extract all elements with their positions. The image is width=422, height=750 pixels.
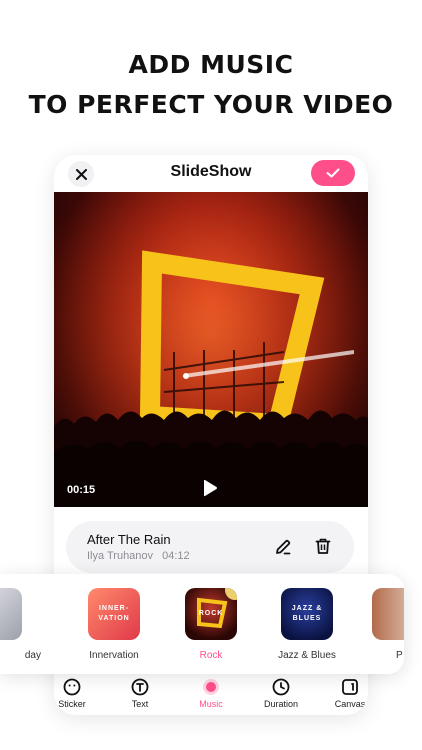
genre-thumb — [372, 588, 404, 640]
genre-thumb-text: JAZZ & BLUES — [291, 605, 323, 622]
top-bar: SlideShow — [54, 155, 368, 191]
music-track-card[interactable]: After The Rain Ilya Truhanov 04:12 — [66, 521, 354, 573]
tab-text[interactable]: Text — [110, 678, 170, 709]
tab-canvas[interactable]: Canvas — [320, 678, 368, 709]
tab-duration-label: Duration — [263, 699, 299, 709]
genre-thumb: INNER- VATION — [88, 588, 140, 640]
genre-item[interactable]: day — [0, 588, 41, 661]
concert-scene-image — [54, 192, 368, 507]
genre-thumb-text: INNER- VATION — [98, 605, 130, 622]
video-preview[interactable]: 00:15 — [54, 192, 368, 507]
genre-label: Innervation — [89, 650, 139, 661]
genre-item[interactable]: INNER- VATION Innervation — [69, 588, 159, 661]
headline-line-1: ADD MUSIC — [128, 50, 294, 79]
edit-icon[interactable] — [274, 538, 292, 556]
tab-sticker[interactable]: Sticker — [54, 678, 102, 709]
genre-item[interactable]: P — [353, 588, 404, 661]
text-icon — [131, 678, 149, 696]
genre-thumb-text: ROCK — [198, 610, 224, 617]
genre-item-selected[interactable]: ROCK Rock — [166, 588, 256, 661]
tab-music-label: Music — [199, 699, 223, 709]
tab-music[interactable]: Music — [181, 678, 241, 709]
bottom-tab-bar: Sticker Text Music Duration Canvas — [54, 675, 368, 715]
genre-thumb — [0, 588, 22, 640]
tab-canvas-label: Canvas — [334, 699, 366, 709]
headline-line-2: TO PERFECT YOUR VIDEO — [28, 90, 394, 119]
clock-icon — [272, 678, 290, 696]
track-name: After The Rain — [87, 532, 171, 547]
tab-sticker-label: Sticker — [58, 699, 86, 709]
music-genre-strip: day INNER- VATION Innervation ROCK Rock J… — [0, 574, 404, 674]
tab-duration[interactable]: Duration — [251, 678, 311, 709]
tab-text-label: Text — [131, 699, 149, 709]
done-button[interactable] — [311, 160, 355, 186]
trash-icon[interactable] — [314, 537, 332, 555]
genre-thumb: ROCK — [185, 588, 237, 640]
smiley-icon — [63, 678, 81, 696]
genre-label: Jazz & Blues — [278, 650, 336, 661]
current-time: 00:15 — [67, 484, 96, 496]
track-artist: Ilya Truhanov — [87, 550, 154, 562]
genre-label: Rock — [199, 650, 223, 661]
track-duration: 04:12 — [162, 550, 190, 562]
canvas-icon — [342, 679, 358, 695]
genre-label: day — [24, 650, 41, 661]
promo-headline: ADD MUSIC TO PERFECT YOUR VIDEO — [0, 48, 422, 122]
track-meta: Ilya Truhanov 04:12 — [87, 550, 190, 562]
genre-thumb: JAZZ & BLUES — [281, 588, 333, 640]
genre-label: P — [396, 650, 403, 661]
music-dot-icon — [203, 679, 219, 695]
check-icon — [326, 168, 340, 178]
play-icon[interactable] — [202, 479, 218, 497]
genre-item[interactable]: JAZZ & BLUES Jazz & Blues — [262, 588, 352, 661]
